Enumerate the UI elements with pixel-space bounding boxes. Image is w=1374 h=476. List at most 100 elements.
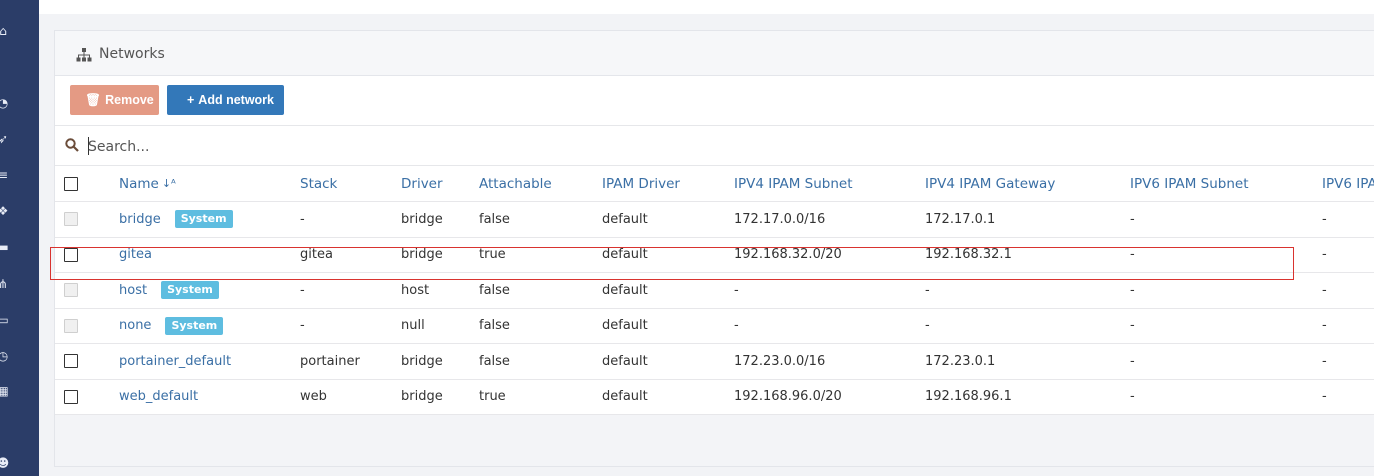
networks-table: Name ↓ᴬ Stack Driver Attachable IPAM Driv… — [55, 166, 1374, 415]
page-title: Networks — [99, 46, 165, 62]
column-name[interactable]: Name ↓ᴬ — [119, 166, 176, 201]
trash-icon: 🗑 — [85, 93, 102, 107]
row-select-cell — [64, 380, 78, 415]
users-icon[interactable]: ☻ — [0, 456, 10, 470]
network-name-link[interactable]: bridge — [119, 212, 161, 227]
sitemap-icon — [76, 48, 92, 62]
driver-cell: bridge — [401, 389, 443, 405]
ipv6-subnet-cell: - — [1130, 247, 1135, 263]
attachable-cell: false — [479, 353, 510, 369]
network-icon[interactable]: ⋔ — [0, 277, 10, 291]
text-cursor — [88, 137, 89, 155]
attachable-cell: true — [479, 389, 506, 405]
search-input[interactable] — [88, 136, 688, 158]
column-header-label: IPAM Driver — [602, 175, 680, 192]
table-header: Name ↓ᴬ Stack Driver Attachable IPAM Driv… — [55, 166, 1374, 202]
stack-cell: - — [300, 282, 305, 298]
row-checkbox — [64, 212, 78, 227]
network-name-link[interactable]: none — [119, 318, 151, 333]
column-ipam-driver[interactable]: IPAM Driver — [602, 166, 680, 201]
column-header-label: Stack — [300, 175, 338, 192]
attachable-cell: false — [479, 282, 510, 298]
ipv4-subnet-cell: 172.23.0.0/16 — [734, 353, 826, 369]
select-all-checkbox[interactable] — [64, 176, 78, 191]
ipv4-subnet-cell: 172.17.0.0/16 — [734, 211, 826, 227]
column-driver[interactable]: Driver — [401, 166, 443, 201]
ipam-driver-cell: default — [602, 282, 648, 298]
network-name-link[interactable]: host — [119, 283, 147, 298]
driver-cell: null — [401, 318, 425, 334]
row-checkbox[interactable] — [64, 247, 78, 262]
network-name-link[interactable]: gitea — [119, 247, 152, 262]
ipam-driver-cell: default — [602, 211, 648, 227]
driver-cell: host — [401, 282, 430, 298]
ipv6-gateway-cell: - — [1322, 211, 1327, 227]
system-badge: System — [161, 281, 219, 300]
table-row: web_default web bridge true default 192.168.9… — [55, 380, 1374, 415]
row-select-cell — [64, 238, 78, 273]
column-ipv4-gateway[interactable]: IPV4 IPAM Gateway — [925, 166, 1055, 201]
name-cell: web_default — [119, 380, 198, 415]
system-badge: System — [174, 210, 233, 229]
remove-button[interactable]: 🗑 Remove — [70, 85, 159, 115]
driver-cell: bridge — [401, 211, 443, 227]
clock-icon[interactable]: ◷ — [0, 349, 10, 363]
stack-cell: web — [300, 389, 327, 405]
ipv6-gateway-cell: - — [1322, 353, 1327, 369]
column-ipv6-gateway[interactable]: IPV6 IPA — [1322, 166, 1374, 201]
row-checkbox[interactable] — [64, 354, 78, 369]
ipam-driver-cell: default — [602, 247, 648, 263]
network-name-link[interactable]: web_default — [119, 389, 198, 404]
table-body: bridge System - bridge false default 172.17.0.… — [55, 202, 1374, 415]
ipv6-subnet-cell: - — [1130, 211, 1135, 227]
row-select-cell — [64, 273, 78, 308]
stack-cell: gitea — [300, 247, 333, 263]
add-network-button-label: Add network — [198, 93, 274, 107]
rocket-icon[interactable]: ➶ — [0, 132, 10, 146]
dashboard-icon[interactable]: ◔ — [0, 96, 10, 110]
column-header-label: Attachable — [479, 175, 552, 192]
ipv4-subnet-cell: 192.168.32.0/20 — [734, 247, 842, 263]
stack-cell: - — [300, 211, 305, 227]
ipv6-gateway-cell: - — [1322, 389, 1327, 405]
table-row: bridge System - bridge false default 172.17.0.… — [55, 202, 1374, 238]
sort-icon: ↓ᴬ — [161, 177, 176, 190]
column-attachable[interactable]: Attachable — [479, 166, 552, 201]
ipv6-subnet-cell: - — [1130, 353, 1135, 369]
row-checkbox — [64, 283, 78, 298]
column-stack[interactable]: Stack — [300, 166, 337, 201]
ipam-driver-cell: default — [602, 318, 648, 334]
add-network-button[interactable]: + Add network — [167, 85, 284, 115]
column-header-label: IPV4 IPAM Gateway — [925, 175, 1056, 192]
cubes-icon[interactable]: ❖ — [0, 204, 10, 218]
select-all-cell — [64, 166, 78, 201]
attachable-cell: false — [479, 211, 510, 227]
name-cell: host System — [119, 273, 219, 308]
server-icon[interactable]: ≡ — [0, 168, 10, 182]
row-checkbox[interactable] — [64, 389, 78, 404]
attachable-cell: false — [479, 318, 510, 334]
hdd-icon[interactable]: ▭ — [0, 313, 10, 327]
table-row: portainer_default portainer bridge false def… — [55, 344, 1374, 380]
ipv4-gateway-cell: 192.168.96.1 — [925, 389, 1012, 405]
row-checkbox — [64, 318, 78, 333]
search-icon — [65, 138, 79, 152]
search-bar — [55, 126, 1374, 166]
ipam-driver-cell: default — [602, 389, 648, 405]
column-ipv6-subnet[interactable]: IPV6 IPAM Subnet — [1130, 166, 1249, 201]
column-ipv4-subnet[interactable]: IPV4 IPAM Subnet — [734, 166, 853, 201]
name-cell: bridge System — [119, 202, 233, 237]
ipv6-subnet-cell: - — [1130, 318, 1135, 334]
networks-panel: Networks 🗑Remove +Add network Name↓ᴬ Sta… — [54, 30, 1374, 467]
ipam-driver-cell: default — [602, 353, 648, 369]
ipv6-gateway-cell: - — [1322, 247, 1327, 263]
ipv4-gateway-cell: 192.168.32.1 — [925, 247, 1012, 263]
driver-cell: bridge — [401, 247, 443, 263]
grid-icon[interactable]: ▦ — [0, 384, 10, 398]
row-select-cell — [64, 344, 78, 379]
monitor-icon[interactable]: ▬ — [0, 240, 10, 254]
network-name-link[interactable]: portainer_default — [119, 354, 231, 369]
row-select-cell — [64, 202, 78, 237]
home-icon[interactable]: ⌂ — [0, 24, 10, 38]
remove-button-label: Remove — [105, 93, 154, 107]
